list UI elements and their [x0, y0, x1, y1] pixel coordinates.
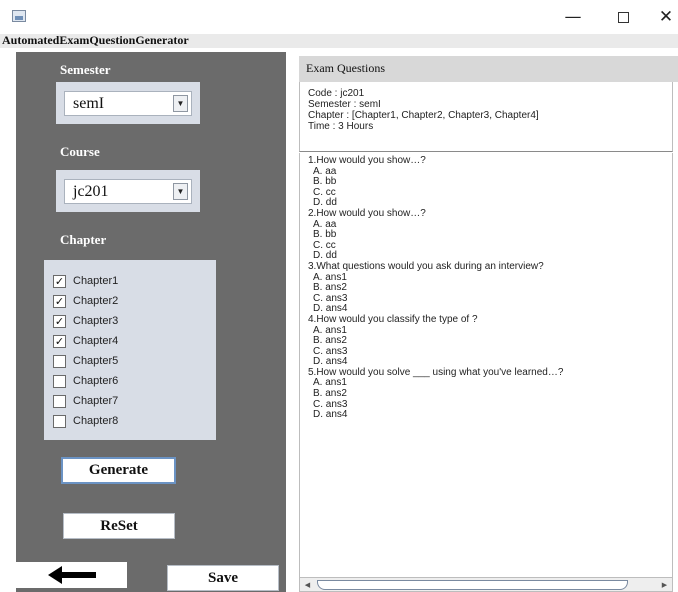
- question-line: 4.How would you classify the type of ?: [308, 313, 478, 325]
- generate-button[interactable]: Generate: [61, 457, 176, 484]
- checkbox-icon[interactable]: [53, 374, 66, 388]
- semester-select[interactable]: semI ▼: [64, 91, 192, 116]
- question-line: 3.What questions would you ask during an…: [308, 260, 544, 272]
- option-line: A. ans1: [313, 377, 347, 389]
- java-app-icon: [12, 10, 26, 22]
- checkbox-icon[interactable]: [53, 394, 66, 408]
- checkbox-icon[interactable]: ✓: [53, 334, 66, 348]
- option-line: D. ans4: [313, 409, 348, 421]
- info-line: Time : 3 Hours: [308, 121, 374, 132]
- option-line: C. ans3: [313, 345, 348, 357]
- option-line: C. ans3: [313, 292, 348, 304]
- option-line: C. cc: [313, 186, 336, 198]
- semester-combo-group: semI ▼: [56, 82, 200, 124]
- option-line: A. ans1: [313, 271, 347, 283]
- save-button[interactable]: Save: [167, 565, 279, 591]
- reset-button[interactable]: ReSet: [63, 513, 175, 539]
- option-line: C. ans3: [313, 398, 348, 410]
- chevron-down-icon[interactable]: ▼: [173, 183, 188, 200]
- chapter-checkbox-2[interactable]: ✓ Chapter2: [53, 293, 118, 309]
- chapter-checkbox-5[interactable]: Chapter5: [53, 353, 118, 369]
- option-line: B. ans2: [313, 335, 347, 347]
- info-line: Code : jc201: [308, 88, 365, 99]
- exam-questions-title: Exam Questions: [306, 61, 385, 75]
- chapter-checkbox-8[interactable]: Chapter8: [53, 413, 118, 429]
- option-line: A. aa: [313, 218, 337, 230]
- back-button[interactable]: [16, 562, 127, 588]
- course-value: jc201: [73, 183, 109, 200]
- exam-questions-header: Exam Questions: [299, 56, 678, 82]
- question-line: 1.How would you show…?: [308, 155, 426, 166]
- chevron-down-icon[interactable]: ▼: [173, 95, 188, 112]
- semester-label: Semester: [60, 62, 111, 77]
- checkbox-icon[interactable]: [53, 414, 66, 428]
- chapter-label: Chapter: [60, 232, 107, 247]
- scroll-right-icon[interactable]: ▶: [658, 579, 671, 591]
- chapter-checkbox-6[interactable]: Chapter6: [53, 373, 118, 389]
- checkbox-icon[interactable]: ✓: [53, 274, 66, 288]
- option-line: B. bb: [313, 176, 337, 188]
- app-title: AutomatedExamQuestionGenerator: [2, 33, 189, 47]
- course-select[interactable]: jc201 ▼: [64, 179, 192, 204]
- scroll-left-icon[interactable]: ◀: [301, 579, 314, 591]
- option-line: B. ans2: [313, 388, 347, 400]
- course-label: Course: [60, 144, 100, 159]
- chapter-checkbox-4[interactable]: ✓ Chapter4: [53, 333, 118, 349]
- semester-value: semI: [73, 95, 105, 112]
- course-combo-group: jc201 ▼: [56, 170, 200, 212]
- option-line: A. ans1: [313, 324, 347, 336]
- info-line: Chapter : [Chapter1, Chapter2, Chapter3,…: [308, 110, 539, 121]
- chapter-checkbox-3[interactable]: ✓ Chapter3: [53, 313, 118, 329]
- app-title-bar: AutomatedExamQuestionGenerator: [0, 34, 678, 48]
- window-titlebar: — ✕: [0, 0, 678, 34]
- minimize-button[interactable]: —: [553, 4, 593, 30]
- questions-textarea[interactable]: 1.How would you show…? A. aa B. bb C. cc…: [299, 153, 673, 577]
- scrollbar-thumb[interactable]: [317, 580, 628, 590]
- chapter-checkbox-7[interactable]: Chapter7: [53, 393, 118, 409]
- option-line: B. ans2: [313, 282, 347, 294]
- chapter-checklist: ✓ Chapter1 ✓ Chapter2 ✓ Chapter3 ✓ Chapter4 …: [44, 260, 216, 440]
- checkbox-icon[interactable]: ✓: [53, 294, 66, 308]
- close-button[interactable]: ✕: [646, 4, 678, 30]
- horizontal-scrollbar[interactable]: ◀ ▶: [299, 577, 673, 592]
- arrow-left-icon: [47, 566, 96, 584]
- maximize-button[interactable]: [603, 4, 643, 30]
- exam-info-textarea[interactable]: Code : jc201 Semester : semI Chapter : […: [299, 82, 673, 152]
- option-line: A. aa: [313, 165, 337, 177]
- checkbox-icon[interactable]: ✓: [53, 314, 66, 328]
- maximize-icon: [617, 11, 629, 23]
- option-line: C. cc: [313, 239, 336, 251]
- option-line: B. bb: [313, 229, 337, 241]
- question-line: 5.How would you solve ___ using what you…: [308, 366, 564, 378]
- checkbox-icon[interactable]: [53, 354, 66, 368]
- chapter-checkbox-1[interactable]: ✓ Chapter1: [53, 273, 118, 289]
- question-line: 2.How would you show…?: [308, 207, 426, 219]
- info-line: Semester : semI: [308, 99, 381, 110]
